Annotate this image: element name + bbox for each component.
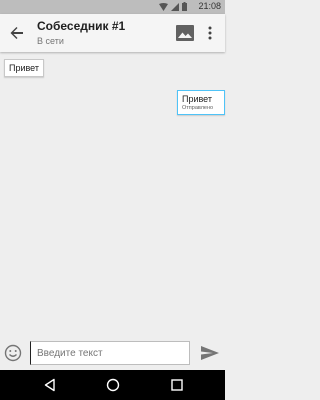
navigation-bar (0, 370, 225, 400)
message-text: Привет (9, 63, 40, 73)
composer-bar (0, 336, 225, 370)
send-icon[interactable] (200, 345, 220, 361)
message-list[interactable]: Привет Привет Отправлено (0, 52, 225, 336)
emoji-icon[interactable] (4, 344, 22, 362)
arrow-back-icon[interactable] (8, 24, 26, 42)
status-bar: 21:08 (0, 0, 225, 14)
image-icon[interactable] (175, 24, 195, 42)
message-status: Отправлено (182, 105, 214, 111)
message-input[interactable] (30, 341, 190, 365)
signal-icon (171, 2, 179, 11)
outgoing-message[interactable]: Привет Отправлено (177, 90, 225, 115)
status-icons (159, 2, 187, 11)
more-vert-icon[interactable] (205, 25, 215, 41)
chat-header: Собеседник #1 В сети (0, 14, 225, 52)
wifi-icon (159, 2, 168, 11)
battery-icon (182, 2, 187, 11)
message-text: Привет (182, 94, 213, 104)
status-time: 21:08 (198, 1, 221, 11)
incoming-message[interactable]: Привет (4, 59, 45, 77)
nav-back-icon[interactable] (43, 378, 57, 392)
nav-recent-apps-icon[interactable] (170, 378, 184, 392)
contact-status: В сети (37, 36, 64, 46)
nav-home-icon[interactable] (106, 378, 120, 392)
contact-name: Собеседник #1 (37, 19, 126, 33)
